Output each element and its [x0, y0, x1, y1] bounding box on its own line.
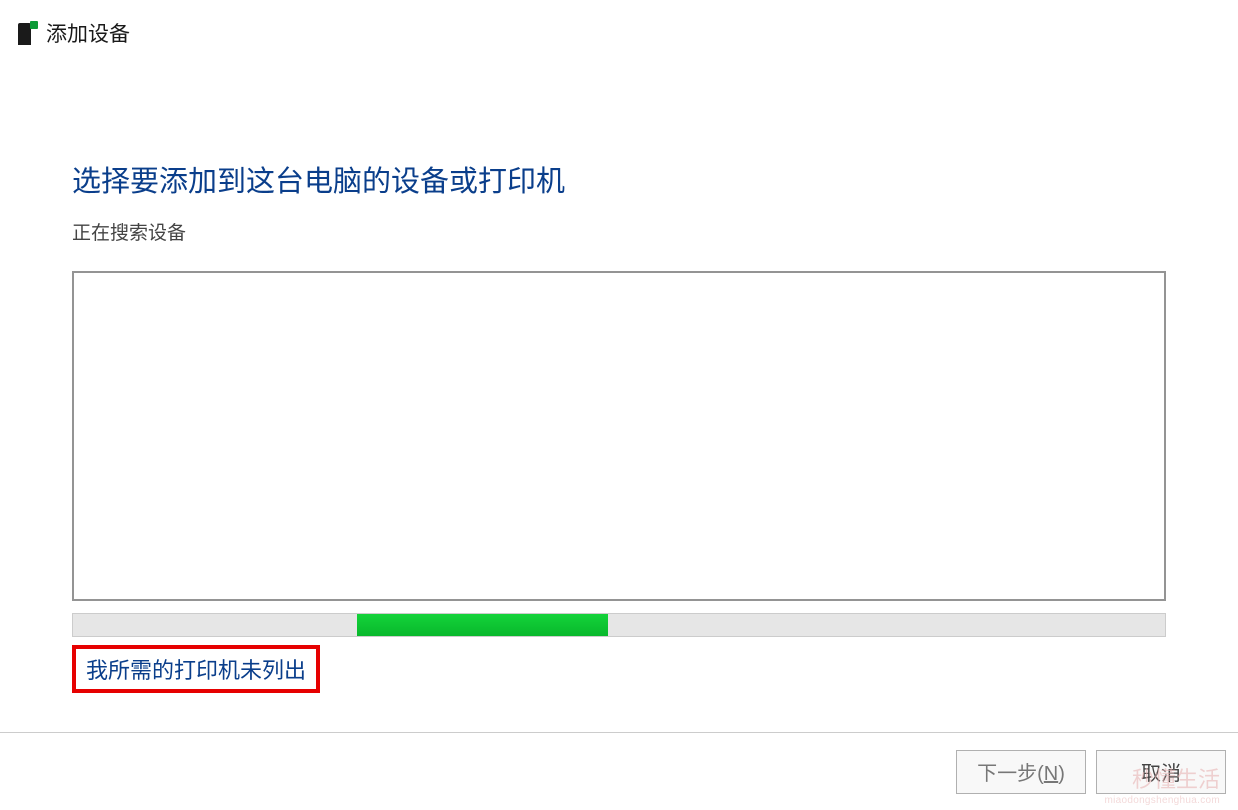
printer-not-listed-link[interactable]: 我所需的打印机未列出 [86, 658, 306, 683]
footer-bar: 下一步(N) 取消 [0, 732, 1238, 810]
watermark-url: miaodongshenghua.com [1104, 795, 1220, 806]
next-button: 下一步(N) [956, 750, 1086, 794]
search-status: 正在搜索设备 [72, 218, 1166, 245]
window-title: 添加设备 [46, 18, 130, 48]
content-area: 选择要添加到这台电脑的设备或打印机 正在搜索设备 我所需的打印机未列出 [0, 58, 1238, 693]
progress-fill [357, 614, 608, 636]
device-list[interactable] [72, 271, 1166, 601]
printer-not-listed-highlight: 我所需的打印机未列出 [72, 645, 320, 693]
title-bar: 添加设备 [0, 0, 1238, 58]
progress-bar [72, 613, 1166, 637]
page-heading: 选择要添加到这台电脑的设备或打印机 [72, 158, 1166, 200]
add-device-icon [18, 21, 36, 45]
watermark-text: 秒懂生活 [1132, 762, 1220, 794]
